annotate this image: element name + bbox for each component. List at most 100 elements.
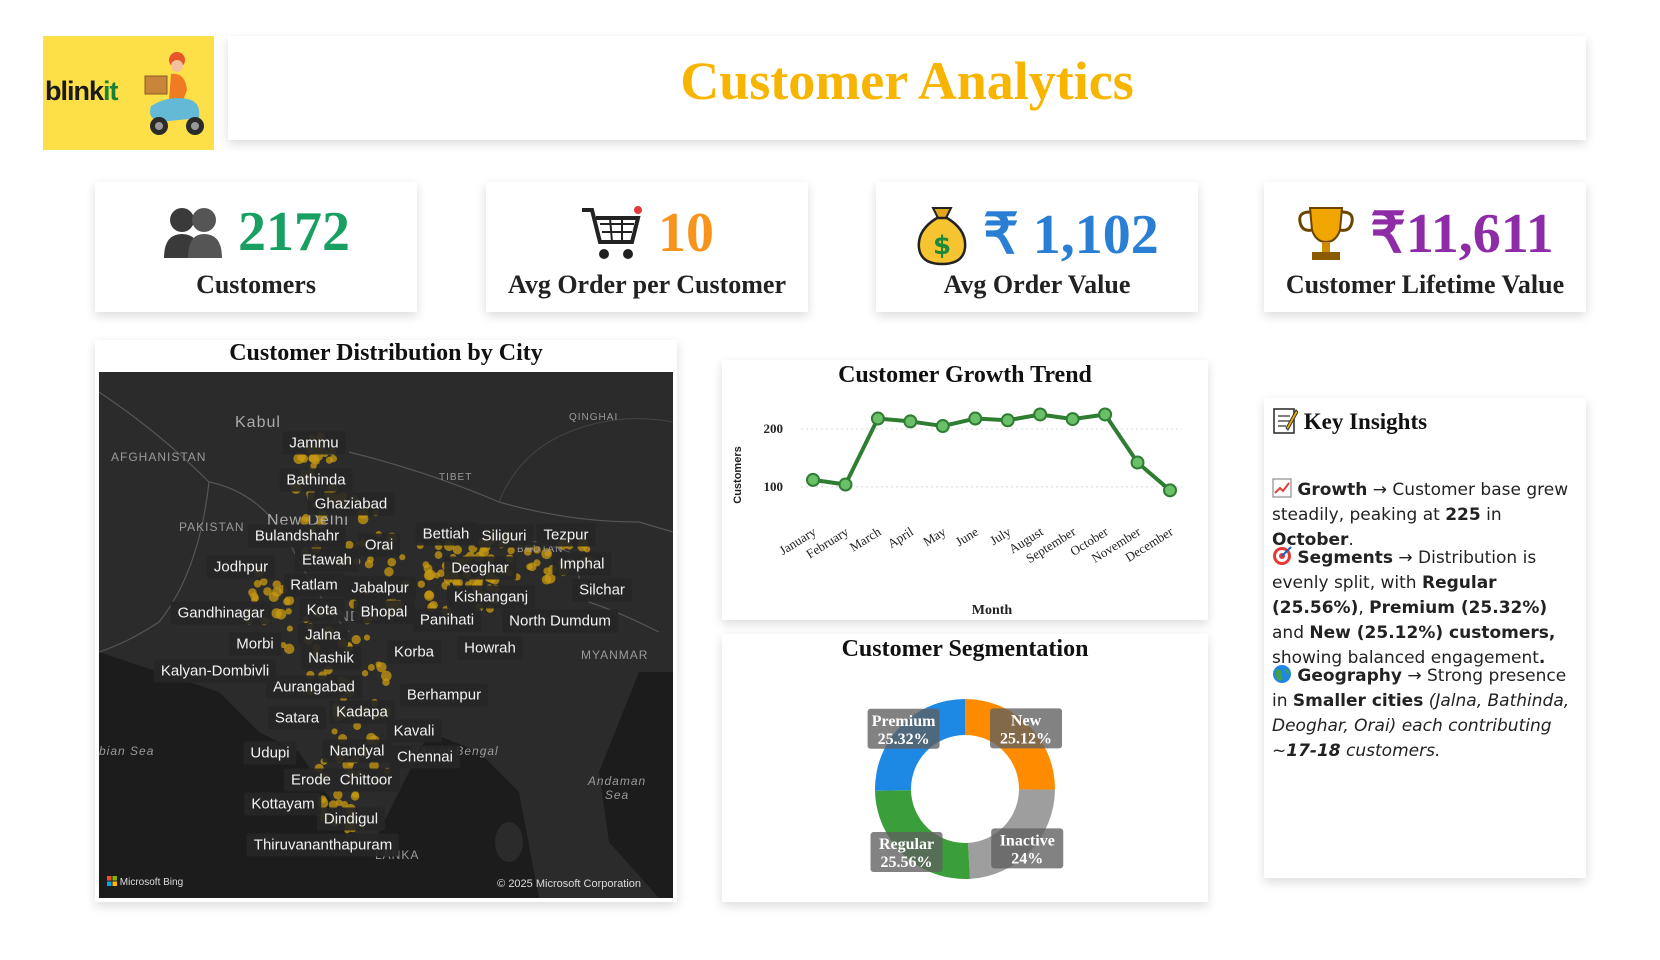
people-icon [164,208,222,258]
customer-dot [507,546,515,555]
page-title: Customer Analytics [680,51,1134,111]
city-label[interactable]: Bettiah [415,522,477,546]
city-label[interactable]: Tezpur [536,523,596,547]
city-label[interactable]: Silchar [572,578,632,602]
city-label[interactable]: Berhampur [399,683,489,707]
insight-segments: Segments → Distribution is evenly split,… [1272,546,1582,671]
city-label[interactable]: Jodhpur [206,555,276,579]
globe-icon [1273,665,1291,683]
city-label[interactable]: Satara [267,706,327,730]
city-label[interactable]: Udupi [243,741,297,765]
customer-dot [280,642,287,649]
region-label-tibet: TIBET [439,472,473,483]
city-label[interactable]: Erode [283,768,339,792]
city-label[interactable]: Deoghar [444,556,516,580]
city-label[interactable]: Jabalpur [344,576,416,600]
customer-dot [424,590,435,601]
delivery-scooter-icon [144,52,204,135]
city-label[interactable]: Kavali [386,719,442,743]
data-point[interactable] [1033,407,1048,422]
kpi-value-customers: 2172 [238,201,350,263]
customer-dot [425,569,436,580]
city-label[interactable]: Etawah [294,548,360,572]
city-label[interactable]: Aurangabad [266,675,362,699]
data-point[interactable] [1098,407,1113,422]
insight-growth: Growth → Customer base grew steadily, pe… [1272,478,1582,553]
city-label[interactable]: Kottayam [244,792,322,816]
kpi-label-avg-order: Avg Order per Customer [507,270,786,299]
city-map[interactable]: AFGHANISTAN PAKISTAN Kabul TIBET QINGHAI… [99,372,673,898]
geography-tail: customers. [1346,741,1441,761]
data-point[interactable] [968,411,983,426]
key-insights-card: Key Insights Growth → Customer base grew… [1264,398,1586,878]
shopping-cart-icon [582,206,642,259]
data-point[interactable] [1065,412,1080,427]
city-label[interactable]: Howrah [457,636,523,660]
slice-label-value: 24% [1011,850,1043,867]
x-tick-label: June [953,524,981,549]
city-label[interactable]: Jalna [298,623,348,647]
customer-growth-trend-card: Customer Growth Trend 100 200 Customers Mon… [722,360,1208,620]
region-label-afghanistan: AFGHANISTAN [111,450,207,464]
city-label[interactable]: Kalyan-Dombivli [153,659,277,683]
data-point[interactable] [1130,455,1145,470]
city-label[interactable]: Panihati [412,608,482,632]
city-label[interactable]: Orai [357,533,401,557]
brand-logo: blinkit [43,36,214,150]
city-label[interactable]: Gandhinagar [170,601,272,625]
data-point[interactable] [935,419,950,434]
city-label[interactable]: Bathinda [279,468,353,492]
segments-arrow: → [1398,548,1413,568]
slice-label-value: 25.12% [1000,730,1052,747]
city-label[interactable]: Bulandshahr [247,524,347,548]
data-point[interactable] [838,477,853,492]
segments-regular-pct: (25.56%) [1272,598,1359,618]
city-label[interactable]: Bhopal [353,600,415,624]
kpi-value-avg-order-value: ₹ 1,102 [983,204,1159,266]
city-label[interactable]: Imphal [552,552,612,576]
city-label[interactable]: Nashik [301,646,361,670]
kpi-card-customers: 2172 Customers [95,182,417,312]
city-label[interactable]: Morbi [229,632,281,656]
kpi-card-customer-lifetime-value: ₹11,611 Customer Lifetime Value [1264,182,1586,312]
data-point[interactable] [806,472,820,487]
data-point[interactable] [1000,413,1015,428]
kpi-value-avg-order: 10 [658,202,714,264]
segments-comma: , [1358,598,1364,618]
y-tick-label: 100 [764,479,784,494]
city-label[interactable]: Kadapa [329,700,395,724]
data-point[interactable] [903,414,918,429]
region-label-andaman-sea: Andaman Sea [587,774,647,802]
data-point[interactable] [1163,483,1177,498]
customer-dot [333,790,343,800]
insight-geography: Geography → Strong presence in Smaller c… [1272,664,1582,764]
city-label[interactable]: Ratlam [283,573,345,597]
city-label[interactable]: Ghaziabad [307,492,395,516]
city-label[interactable]: Chittoor [332,768,400,792]
city-label[interactable]: Kishanganj [446,585,536,609]
kpi-label-customers: Customers [196,270,316,299]
segments-new: New (25.12%) customers, [1309,623,1556,643]
kpi-card-avg-order-value: $ ₹ 1,102 Avg Order Value [876,182,1198,312]
customer-dot [375,661,382,668]
city-label[interactable]: Nandyal [322,739,392,763]
y-axis-label: Customers [732,446,744,503]
slice-label-name: New [1011,712,1042,729]
geography-arrow: → [1407,666,1422,686]
customer-dot [308,454,316,463]
city-label[interactable]: Dindigul [316,807,386,831]
x-axis-label: Month [972,603,1013,618]
city-label[interactable]: Chennai [390,745,460,769]
target-icon [1273,546,1292,565]
data-point[interactable] [870,411,885,426]
city-label[interactable]: Korba [386,640,442,664]
city-label[interactable]: Jammu [282,431,346,455]
customer-dot [350,792,360,801]
geography-heading: Geography [1297,666,1402,686]
svg-text:$: $ [933,231,951,261]
city-label[interactable]: North Dumdum [502,609,618,633]
city-label[interactable]: Kota [299,598,345,622]
customer-dot [533,559,541,567]
city-label[interactable]: Thiruvananthapuram [246,833,400,857]
city-label[interactable]: Siliguri [474,524,534,548]
